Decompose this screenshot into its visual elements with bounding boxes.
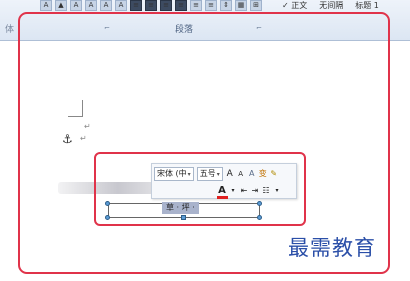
chevron-down-icon: ▾ [187, 170, 191, 178]
font-color-button[interactable]: A [217, 185, 228, 199]
watermark: 最需教育 [288, 236, 376, 260]
font-group-label: 体 [5, 25, 15, 35]
resize-handle[interactable] [105, 215, 110, 220]
shading-button[interactable]: ▦ [235, 0, 247, 11]
resize-handle[interactable] [105, 201, 110, 206]
chevron-down-icon[interactable]: ▾ [273, 185, 281, 197]
resize-handle[interactable] [181, 215, 186, 220]
ribbon-button[interactable]: A [115, 0, 127, 11]
phonetic-guide-button[interactable]: 变 [259, 168, 267, 180]
ribbon-button[interactable]: A [40, 0, 52, 11]
increase-indent-button[interactable]: ⇥ [251, 185, 259, 197]
margin-corner-mark [68, 100, 83, 117]
font-size-select[interactable]: 五号▾ [196, 166, 223, 181]
anchor-icon: ⚓ [62, 132, 73, 146]
grow-font-button[interactable]: A [226, 168, 234, 180]
ribbon-button[interactable]: A [70, 0, 82, 11]
ribbon-button[interactable]: ▲ [55, 0, 67, 11]
align-left-button[interactable]: ≡ [130, 0, 142, 11]
resize-handle[interactable] [257, 201, 262, 206]
align-center-button[interactable]: ≡ [145, 0, 157, 11]
font-name-select[interactable]: 宋体 (中▾ [154, 166, 194, 181]
chevron-down-icon: ▾ [216, 170, 220, 178]
style-normal[interactable]: ✓ 正文 [282, 0, 307, 11]
paragraph-mark-icon: ↵ [84, 122, 91, 131]
justify-button[interactable]: ≡ [175, 0, 187, 11]
chevron-down-icon[interactable]: ▾ [229, 185, 237, 197]
style-no-spacing[interactable]: 无间隔 [319, 0, 343, 11]
paragraph-mark-icon: ↵ [80, 134, 87, 143]
style-heading-1[interactable]: 标题 1 [355, 0, 379, 11]
line-spacing-button[interactable]: ≡ [205, 0, 217, 11]
shrink-font-button[interactable]: A [237, 168, 245, 180]
mini-toolbar: 宋体 (中▾ 五号▾ A A A 变 ✎ A ▾ ⇤ ⇥ ☷ ▾ [151, 163, 297, 199]
font-color-swatch [217, 195, 228, 199]
align-right-button[interactable]: ≡ [160, 0, 172, 11]
sort-button[interactable]: ⇕ [220, 0, 232, 11]
ribbon-button[interactable]: A [100, 0, 112, 11]
format-painter-icon[interactable]: ✎ [270, 168, 278, 180]
decrease-indent-button[interactable]: ⇤ [240, 185, 248, 197]
distribute-button[interactable]: ≡ [190, 0, 202, 11]
borders-button[interactable]: ⊞ [250, 0, 262, 11]
highlight-button[interactable]: A [248, 168, 256, 180]
styles-gallery[interactable]: ✓ 正文 无间隔 标题 1 [282, 0, 379, 11]
bullets-button[interactable]: ☷ [262, 185, 270, 197]
selected-text[interactable]: 草 · 坪 · [162, 202, 199, 214]
resize-handle[interactable] [257, 215, 262, 220]
ribbon-button[interactable]: A [85, 0, 97, 11]
